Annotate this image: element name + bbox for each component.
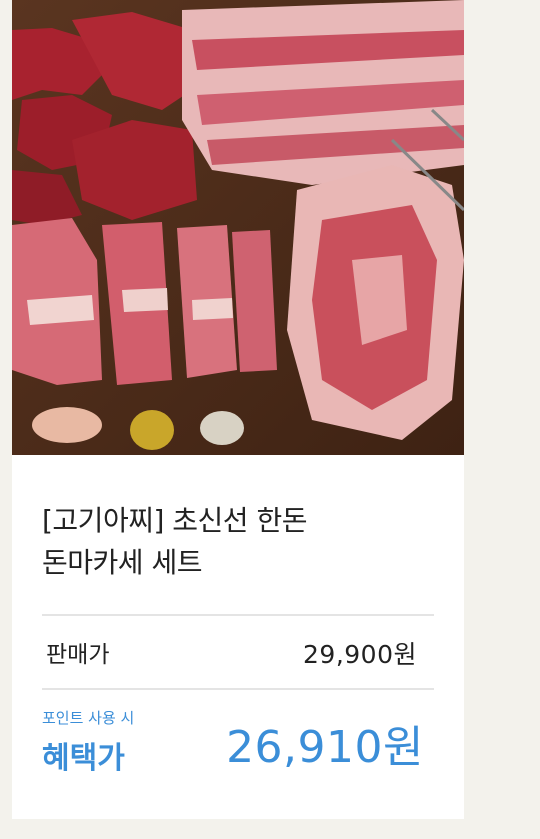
product-title-line1: [고기아찌] 초신선 한돈 xyxy=(42,504,308,537)
benefit-price: 26,910원 xyxy=(226,722,424,773)
divider xyxy=(42,688,434,690)
divider xyxy=(42,614,434,616)
benefit-price-label: 혜택가 xyxy=(42,741,125,776)
product-title-line2: 돈마카세 세트 xyxy=(42,546,202,579)
sale-price-label: 판매가 xyxy=(46,642,110,668)
sale-price: 29,900원 xyxy=(303,640,417,669)
product-image[interactable] xyxy=(12,0,464,455)
product-title[interactable]: [고기아찌] 초신선 한돈 돈마카세 세트 xyxy=(42,500,442,584)
point-use-note: 포인트 사용 시 xyxy=(42,709,135,727)
